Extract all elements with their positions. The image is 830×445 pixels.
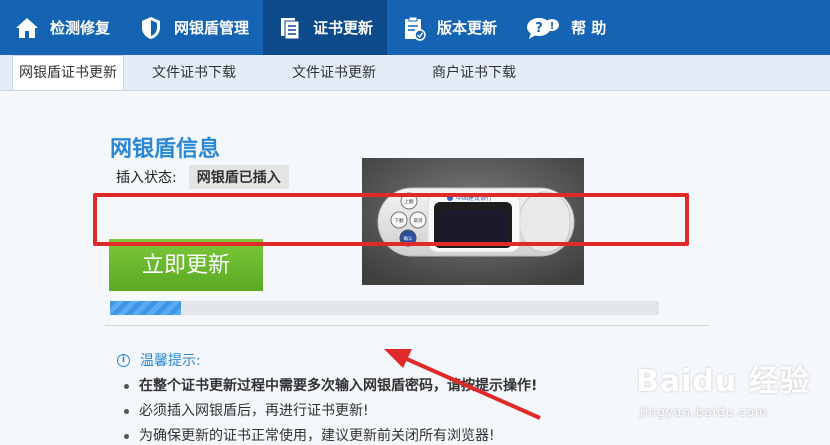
tips-list: 在整个证书更新过程中需要多次输入网银盾密码，请按提示操作! 必须插入网银盾后，再… — [124, 374, 537, 445]
top-nav: 检测修复 网银盾管理 证书更新 版本更新 ?! 帮 助 — [0, 0, 830, 55]
nav-item-cert-update[interactable]: 证书更新 — [263, 0, 388, 55]
list-item: 必须插入网银盾后，再进行证书更新! — [124, 399, 537, 424]
list-item: 为确保更新的证书正常使用，建议更新前关闭所有浏览器! — [124, 424, 537, 445]
nav-item-label: 网银盾管理 — [174, 19, 250, 37]
svg-text:取消: 取消 — [414, 217, 423, 224]
tab-merchant-cert-download[interactable]: 商户证书下载 — [404, 56, 544, 90]
nav-item-label: 证书更新 — [313, 19, 374, 37]
status-badge: 网银盾已插入 — [188, 165, 289, 189]
svg-text:确认: 确认 — [404, 235, 413, 242]
nav-item-label: 版本更新 — [437, 19, 498, 37]
tip-text: 必须插入网银盾后，再进行证书更新! — [139, 403, 369, 419]
watermark: Baidu 经验 jingyan.baidu.com — [636, 350, 826, 445]
update-now-button[interactable]: 立即更新 — [109, 239, 263, 291]
sub-tabs: 网银盾证书更新 文件证书下载 文件证书更新 商户证书下载 — [0, 55, 830, 91]
tab-file-cert-update[interactable]: 文件证书更新 — [264, 56, 404, 90]
shield-icon — [138, 15, 164, 41]
progress-fill — [110, 301, 182, 315]
bullet-icon — [124, 434, 129, 439]
nav-item-detect-repair[interactable]: 检测修复 — [0, 0, 124, 55]
status-label: 插入状态: — [116, 170, 177, 186]
document-icon — [277, 15, 303, 41]
home-icon — [14, 15, 40, 41]
nav-item-version-update[interactable]: 版本更新 — [387, 0, 511, 55]
info-icon: i — [117, 353, 130, 367]
tab-file-cert-download[interactable]: 文件证书下载 — [124, 56, 264, 90]
device-bank-name: 中国建设银行 — [456, 194, 492, 202]
progress-bar — [110, 301, 659, 315]
watermark-url: jingyan.baidu.com — [640, 405, 768, 419]
nav-item-shield-manage[interactable]: 网银盾管理 — [124, 0, 263, 55]
svg-text:!: ! — [550, 21, 555, 32]
nav-item-label: 检测修复 — [50, 19, 111, 37]
tips-header: i 温馨提示: — [117, 350, 201, 370]
svg-text:上翻: 上翻 — [405, 198, 414, 205]
usb-key-photo: 中国建设银行 上翻 下翻 取消 确认 — [362, 158, 584, 285]
tip-text: 为确保更新的证书正常使用，建议更新前关闭所有浏览器! — [139, 428, 495, 444]
insert-status-row: 插入状态: 网银盾已插入 — [116, 165, 289, 189]
bullet-icon — [124, 384, 129, 389]
svg-text:下翻: 下翻 — [395, 217, 404, 224]
clipboard-icon — [401, 15, 427, 41]
page-title: 网银盾信息 — [110, 137, 221, 162]
tips-header-label: 温馨提示: — [140, 353, 201, 369]
list-item: 在整个证书更新过程中需要多次输入网银盾密码，请按提示操作! — [124, 374, 537, 399]
svg-text:?: ? — [535, 21, 543, 36]
baidu-logo: Baidu 经验 — [636, 364, 811, 399]
tab-shield-cert-update[interactable]: 网银盾证书更新 — [12, 55, 124, 90]
divider — [105, 325, 709, 326]
nav-item-label: 帮 助 — [571, 19, 607, 37]
help-bubble-icon: ?! — [525, 15, 561, 41]
bullet-icon — [124, 409, 129, 414]
nav-item-help[interactable]: ?! 帮 助 — [511, 0, 620, 55]
tip-text: 在整个证书更新过程中需要多次输入网银盾密码，请按提示操作! — [139, 378, 538, 394]
